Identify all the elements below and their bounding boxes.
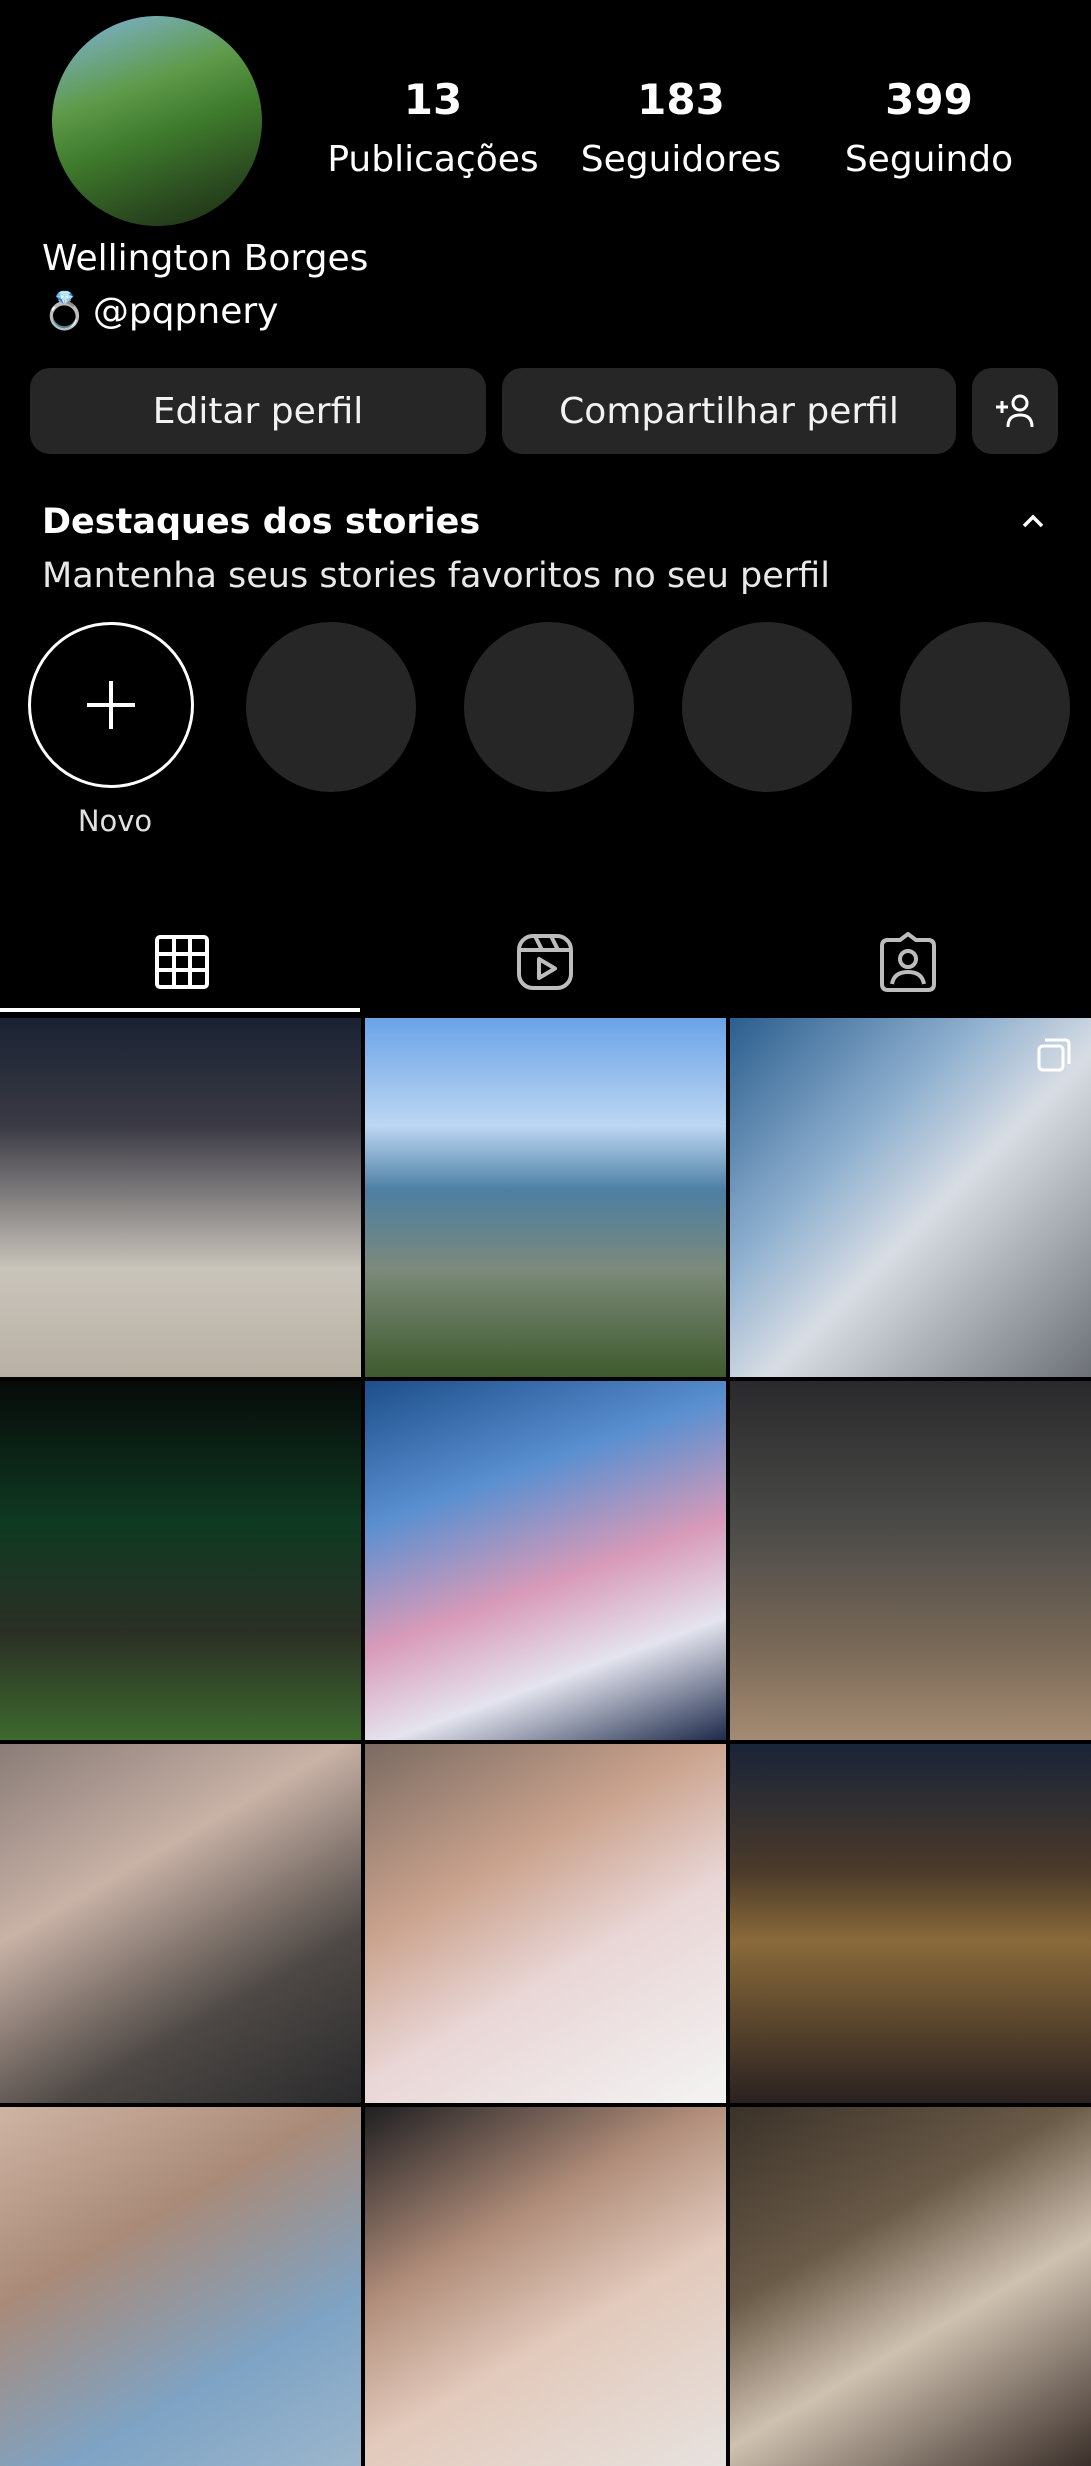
highlight-placeholder (682, 622, 852, 792)
post-thumbnail[interactable] (0, 1744, 361, 2103)
discover-people-button[interactable] (972, 368, 1058, 454)
profile-handle-row: 💍 @pqpnery (42, 290, 279, 333)
chevron-up-icon[interactable] (1020, 508, 1046, 534)
posts-grid (0, 1018, 1091, 2466)
post-thumbnail[interactable] (365, 2107, 726, 2466)
add-person-icon (996, 394, 1034, 428)
edit-profile-button[interactable]: Editar perfil (30, 368, 486, 454)
post-thumbnail[interactable] (730, 2107, 1091, 2466)
tab-tagged[interactable] (726, 912, 1089, 1012)
ring-emoji-icon: 💍 (42, 291, 87, 332)
highlight-placeholder (464, 622, 634, 792)
tab-posts-grid[interactable] (0, 912, 363, 1012)
post-thumbnail[interactable] (0, 2107, 361, 2466)
post-thumbnail[interactable] (730, 1381, 1091, 1740)
new-highlight-button[interactable] (28, 622, 194, 788)
posts-count-value: 13 (403, 75, 463, 124)
post-thumbnail[interactable] (0, 1018, 361, 1377)
post-thumbnail[interactable] (0, 1381, 361, 1740)
highlights-title: Destaques dos stories (42, 502, 481, 542)
following-count-value: 399 (885, 75, 973, 124)
carousel-icon (1037, 1038, 1071, 1072)
profile-name: Wellington Borges (42, 238, 369, 279)
post-thumbnail[interactable] (730, 1018, 1091, 1377)
share-profile-button[interactable]: Compartilhar perfil (502, 368, 956, 454)
posts-count[interactable]: 13 Publicações (318, 76, 548, 182)
post-thumbnail[interactable] (365, 1381, 726, 1740)
tagged-icon (879, 932, 936, 992)
posts-count-label: Publicações (327, 139, 539, 180)
new-highlight-label: Novo (77, 804, 153, 838)
following-count-label: Seguindo (844, 139, 1014, 180)
followers-count[interactable]: 183 Seguidores (566, 76, 796, 182)
followers-count-value: 183 (637, 75, 725, 124)
grid-icon (154, 935, 209, 989)
following-count[interactable]: 399 Seguindo (814, 76, 1044, 182)
tab-reels[interactable] (363, 912, 726, 1012)
post-thumbnail[interactable] (730, 1744, 1091, 2103)
post-thumbnail[interactable] (365, 1018, 726, 1377)
reels-icon (516, 934, 573, 990)
post-thumbnail[interactable] (365, 1744, 726, 2103)
plus-icon (87, 681, 135, 729)
highlight-placeholder (246, 622, 416, 792)
profile-handle[interactable]: @pqpnery (93, 291, 279, 332)
followers-count-label: Seguidores (580, 139, 782, 180)
profile-avatar[interactable] (52, 16, 262, 226)
highlight-placeholder (900, 622, 1070, 792)
active-tab-indicator (0, 1008, 360, 1012)
highlights-subtitle: Mantenha seus stories favoritos no seu p… (42, 556, 830, 596)
